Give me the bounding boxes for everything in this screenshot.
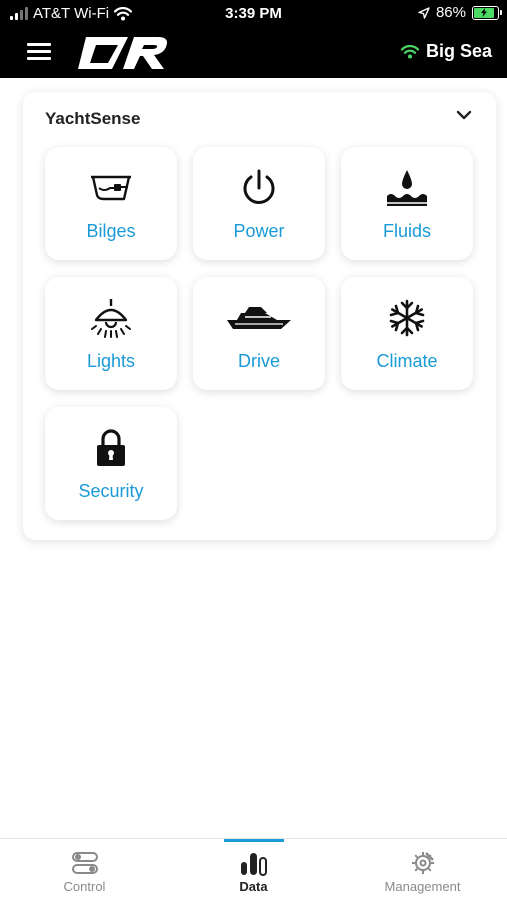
location-arrow-icon [418, 6, 430, 19]
status-bar: AT&T Wi-Fi 3:39 PM 86% [0, 0, 507, 28]
lights-tile[interactable]: Lights [45, 277, 177, 390]
nav-label: Control [63, 879, 106, 894]
status-right: 86% [418, 4, 502, 21]
battery-level [474, 7, 494, 18]
nav-label: Data [239, 879, 268, 894]
gear-wrench-icon [409, 850, 437, 876]
connection-status[interactable]: Big Sea [400, 41, 492, 62]
tile-label: Drive [237, 351, 280, 371]
nav-item-management[interactable]: Management [338, 839, 507, 900]
tile-label: Security [78, 481, 144, 501]
climate-tile[interactable]: Climate [341, 277, 473, 390]
security-tile[interactable]: Security [45, 407, 177, 520]
yacht-icon [225, 295, 293, 341]
battery-percent: 86% [435, 4, 466, 21]
card-title: YachtSense [45, 109, 141, 128]
charging-bolt-icon [480, 8, 487, 17]
bilges-tile[interactable]: Bilges [45, 147, 177, 260]
control-toggles-icon [71, 850, 99, 876]
tile-label: Climate [376, 351, 438, 371]
nav-item-data[interactable]: Data [169, 839, 338, 900]
chevron-down-icon[interactable] [456, 110, 472, 120]
bottom-nav: Control Data Management [0, 838, 507, 900]
tile-label: Power [233, 221, 285, 241]
app-header: Big Sea [0, 28, 507, 78]
category-grid: Bilges Power Fluids Lights Drive Climate… [45, 147, 473, 520]
padlock-icon [94, 425, 128, 471]
hamburger-menu-icon[interactable] [27, 40, 53, 64]
fluids-tile[interactable]: Fluids [341, 147, 473, 260]
yachtsense-card: YachtSense Bilges Power Fluids Lights Dr… [23, 92, 496, 540]
power-tile[interactable]: Power [193, 147, 325, 260]
tile-label: Fluids [382, 221, 431, 241]
raymarine-logo-icon [78, 37, 167, 69]
active-tab-indicator [224, 839, 284, 842]
nav-label: Management [384, 879, 461, 894]
data-bars-icon [239, 850, 269, 876]
snowflake-icon [387, 295, 427, 341]
bilge-icon [88, 165, 134, 211]
fluid-drop-icon [384, 165, 430, 211]
drive-tile[interactable]: Drive [193, 277, 325, 390]
battery-icon [472, 5, 502, 20]
tile-label: Bilges [86, 221, 136, 241]
power-icon [241, 165, 277, 211]
tile-label: Lights [86, 351, 136, 371]
light-icon [89, 295, 133, 341]
wifi-icon [400, 44, 419, 58]
card-header[interactable]: YachtSense [23, 92, 496, 142]
nav-item-control[interactable]: Control [0, 839, 169, 900]
connection-name: Big Sea [425, 41, 492, 61]
